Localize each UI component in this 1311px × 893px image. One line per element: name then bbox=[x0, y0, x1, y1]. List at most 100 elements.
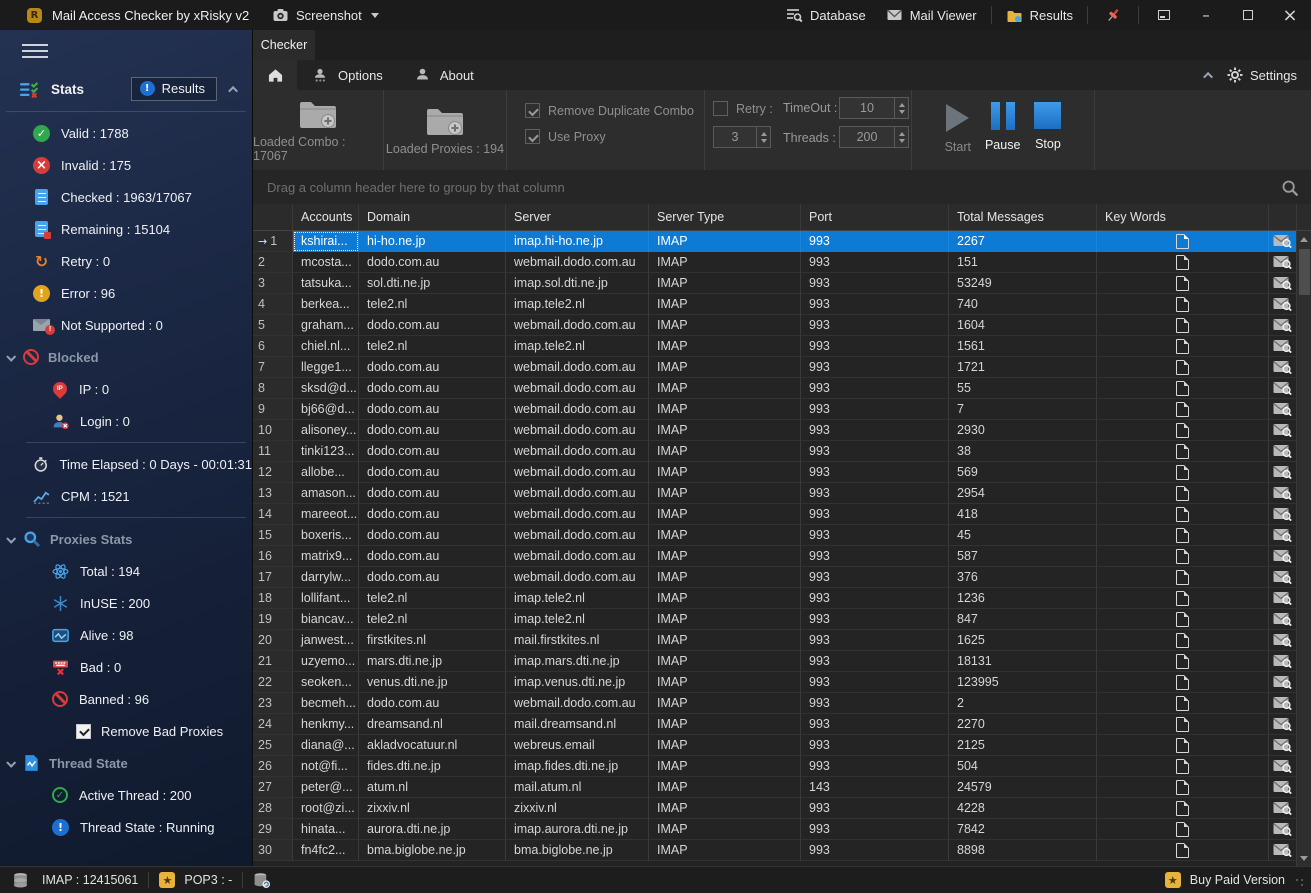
retry-count-stepper[interactable]: 3 bbox=[713, 126, 771, 148]
settings-button[interactable]: Settings bbox=[1227, 67, 1297, 83]
cell-total-messages[interactable]: 7 bbox=[949, 399, 1097, 420]
cell-server[interactable]: bma.biglobe.ne.jp bbox=[506, 840, 649, 861]
cell-key-words[interactable] bbox=[1097, 357, 1269, 378]
table-row[interactable]: → 16 matrix9... dodo.com.au webmail.dodo… bbox=[253, 546, 1297, 567]
pause-button[interactable]: Pause bbox=[985, 102, 1020, 152]
cell-total-messages[interactable]: 2125 bbox=[949, 735, 1097, 756]
keywords-page-icon[interactable] bbox=[1176, 843, 1189, 858]
keywords-page-icon[interactable] bbox=[1176, 570, 1189, 585]
scrollbar-thumb[interactable] bbox=[1299, 249, 1310, 295]
cell-server-type[interactable]: IMAP bbox=[649, 231, 801, 252]
threads-stepper[interactable]: 200 bbox=[839, 126, 909, 148]
cell-port[interactable]: 993 bbox=[801, 714, 949, 735]
cell-mail-view[interactable] bbox=[1269, 336, 1297, 357]
cell-mail-view[interactable] bbox=[1269, 546, 1297, 567]
cell-key-words[interactable] bbox=[1097, 336, 1269, 357]
mail-search-icon[interactable] bbox=[1273, 507, 1292, 521]
mail-search-icon[interactable] bbox=[1273, 234, 1292, 248]
cell-mail-view[interactable] bbox=[1269, 777, 1297, 798]
cell-server[interactable]: webreus.email bbox=[506, 735, 649, 756]
cell-server-type[interactable]: IMAP bbox=[649, 462, 801, 483]
cell-port[interactable]: 993 bbox=[801, 483, 949, 504]
cell-total-messages[interactable]: 2930 bbox=[949, 420, 1097, 441]
cell-server[interactable]: webmail.dodo.com.au bbox=[506, 315, 649, 336]
cell-server-type[interactable]: IMAP bbox=[649, 609, 801, 630]
keywords-page-icon[interactable] bbox=[1176, 759, 1189, 774]
tab-home[interactable] bbox=[253, 60, 297, 90]
cell-server-type[interactable]: IMAP bbox=[649, 315, 801, 336]
remove-bad-proxies-checkbox[interactable]: Remove Bad Proxies bbox=[0, 715, 252, 747]
cell-server[interactable]: webmail.dodo.com.au bbox=[506, 378, 649, 399]
keywords-page-icon[interactable] bbox=[1176, 675, 1189, 690]
cell-port[interactable]: 143 bbox=[801, 777, 949, 798]
cell-key-words[interactable] bbox=[1097, 840, 1269, 861]
vertical-scrollbar[interactable] bbox=[1296, 231, 1311, 866]
cell-key-words[interactable] bbox=[1097, 399, 1269, 420]
timeout-stepper[interactable]: 10 bbox=[839, 97, 909, 119]
cell-mail-view[interactable] bbox=[1269, 504, 1297, 525]
cell-key-words[interactable] bbox=[1097, 630, 1269, 651]
cell-total-messages[interactable]: 1561 bbox=[949, 336, 1097, 357]
cell-port[interactable]: 993 bbox=[801, 294, 949, 315]
cell-accounts[interactable]: janwest... bbox=[293, 630, 359, 651]
cell-accounts[interactable]: amason... bbox=[293, 483, 359, 504]
mail-search-icon[interactable] bbox=[1273, 276, 1292, 290]
cell-domain[interactable]: dodo.com.au bbox=[359, 462, 506, 483]
table-row[interactable]: → 4 berkea... tele2.nl imap.tele2.nl IMA… bbox=[253, 294, 1297, 315]
cell-port[interactable]: 993 bbox=[801, 840, 949, 861]
cell-mail-view[interactable] bbox=[1269, 357, 1297, 378]
cell-server-type[interactable]: IMAP bbox=[649, 294, 801, 315]
keywords-page-icon[interactable] bbox=[1176, 591, 1189, 606]
cell-server-type[interactable]: IMAP bbox=[649, 588, 801, 609]
tab-options[interactable]: Options bbox=[297, 60, 399, 90]
cell-accounts[interactable]: berkea... bbox=[293, 294, 359, 315]
keywords-page-icon[interactable] bbox=[1176, 612, 1189, 627]
group-thread-state[interactable]: Thread State bbox=[0, 747, 252, 779]
table-row[interactable]: → 7 llegge1... dodo.com.au webmail.dodo.… bbox=[253, 357, 1297, 378]
cell-server-type[interactable]: IMAP bbox=[649, 777, 801, 798]
use-proxy-checkbox[interactable]: Use Proxy bbox=[525, 129, 704, 144]
cell-accounts[interactable]: llegge1... bbox=[293, 357, 359, 378]
close-button[interactable]: × bbox=[1269, 0, 1311, 30]
cell-accounts[interactable]: becmeh... bbox=[293, 693, 359, 714]
keywords-page-icon[interactable] bbox=[1176, 297, 1189, 312]
cell-server-type[interactable]: IMAP bbox=[649, 735, 801, 756]
keywords-page-icon[interactable] bbox=[1176, 507, 1189, 522]
table-row[interactable]: → 29 hinata... aurora.dti.ne.jp imap.aur… bbox=[253, 819, 1297, 840]
table-row[interactable]: → 1 kshirai... hi-ho.ne.jp imap.hi-ho.ne… bbox=[253, 231, 1297, 252]
cell-port[interactable]: 993 bbox=[801, 651, 949, 672]
cell-accounts[interactable]: chiel.nl... bbox=[293, 336, 359, 357]
cell-port[interactable]: 993 bbox=[801, 525, 949, 546]
cell-server-type[interactable]: IMAP bbox=[649, 756, 801, 777]
cell-port[interactable]: 993 bbox=[801, 315, 949, 336]
cell-server[interactable]: webmail.dodo.com.au bbox=[506, 441, 649, 462]
cell-total-messages[interactable]: 151 bbox=[949, 252, 1097, 273]
stat-blocked-login[interactable]: Login : 0 bbox=[0, 405, 252, 437]
cell-key-words[interactable] bbox=[1097, 294, 1269, 315]
cell-mail-view[interactable] bbox=[1269, 252, 1297, 273]
cell-port[interactable]: 993 bbox=[801, 798, 949, 819]
table-row[interactable]: → 28 root@zi... zixxiv.nl zixxiv.nl IMAP… bbox=[253, 798, 1297, 819]
cell-mail-view[interactable] bbox=[1269, 483, 1297, 504]
search-icon[interactable] bbox=[1281, 179, 1299, 197]
cell-port[interactable]: 993 bbox=[801, 420, 949, 441]
mail-search-icon[interactable] bbox=[1273, 465, 1292, 479]
cell-key-words[interactable] bbox=[1097, 462, 1269, 483]
scroll-down-button[interactable] bbox=[1297, 850, 1311, 866]
cell-port[interactable]: 993 bbox=[801, 273, 949, 294]
checkbox-checked-icon[interactable] bbox=[525, 103, 540, 118]
table-row[interactable]: → 3 tatsuka... sol.dti.ne.jp imap.sol.dt… bbox=[253, 273, 1297, 294]
cell-accounts[interactable]: allobe... bbox=[293, 462, 359, 483]
cell-accounts[interactable]: root@zi... bbox=[293, 798, 359, 819]
table-row[interactable]: → 14 mareeot... dodo.com.au webmail.dodo… bbox=[253, 504, 1297, 525]
cell-server[interactable]: imap.tele2.nl bbox=[506, 609, 649, 630]
cell-mail-view[interactable] bbox=[1269, 567, 1297, 588]
cell-domain[interactable]: dodo.com.au bbox=[359, 441, 506, 462]
cell-server-type[interactable]: IMAP bbox=[649, 546, 801, 567]
mail-search-icon[interactable] bbox=[1273, 591, 1292, 605]
cell-accounts[interactable]: seoken... bbox=[293, 672, 359, 693]
mail-search-icon[interactable] bbox=[1273, 675, 1292, 689]
table-row[interactable]: → 26 not@fi... fides.dti.ne.jp imap.fide… bbox=[253, 756, 1297, 777]
cell-key-words[interactable] bbox=[1097, 504, 1269, 525]
cell-server-type[interactable]: IMAP bbox=[649, 693, 801, 714]
